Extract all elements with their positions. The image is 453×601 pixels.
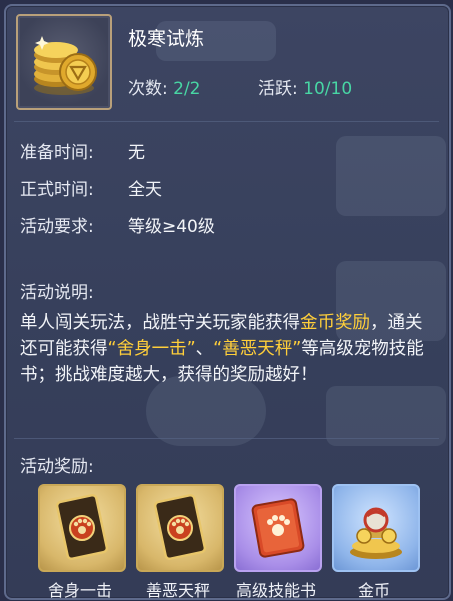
activity-icon-frame xyxy=(16,14,112,110)
reward-item-shane-tiancheng[interactable] xyxy=(136,484,224,572)
description-highlight: “舍身一击” xyxy=(107,339,196,359)
background-decoration xyxy=(326,386,446,446)
count-value: 2/2 xyxy=(173,79,201,99)
reward-item-gold[interactable] xyxy=(332,484,420,572)
description-part: 单人闯关玩法，战胜守关玩家能获得 xyxy=(20,313,300,333)
requirement-value: 等级≥40级 xyxy=(128,217,215,237)
reward-name: 金币 xyxy=(357,581,390,600)
activity-title: 极寒试炼 xyxy=(128,28,205,50)
activity-points-label: 活跃: xyxy=(258,79,298,99)
requirement-label: 活动要求: xyxy=(20,217,94,237)
activity-points-value: 10/10 xyxy=(303,79,353,99)
skill-card-icon xyxy=(153,493,207,561)
gold-coins-icon xyxy=(34,36,97,95)
count-label: 次数: xyxy=(128,79,168,99)
prep-time-label: 准备时间: xyxy=(20,143,94,163)
divider xyxy=(14,438,439,439)
activity-points-stat: 活跃: 10/10 xyxy=(258,74,352,99)
description-label: 活动说明: xyxy=(20,283,94,303)
skill-book-icon xyxy=(251,498,305,558)
description-highlight: 金币奖励 xyxy=(300,313,370,333)
official-time-value: 全天 xyxy=(128,180,162,200)
reward-item-advanced-skill-book[interactable] xyxy=(234,484,322,572)
description-text: 单人闯关玩法，战胜守关玩家能获得金币奖励，通关还可能获得“舍身一击”、“善恶天秤… xyxy=(20,310,432,388)
reward-name: 舍身一击 xyxy=(47,581,112,600)
background-decoration xyxy=(336,136,446,216)
official-time-label: 正式时间: xyxy=(20,180,94,200)
reward-item-sheshen-yiji[interactable] xyxy=(38,484,126,572)
description-part: 、 xyxy=(195,339,214,359)
reward-name: 高级技能书 xyxy=(235,581,316,600)
description-highlight: “善恶天秤” xyxy=(213,339,302,359)
prep-time-value: 无 xyxy=(128,143,145,163)
count-stat: 次数: 2/2 xyxy=(128,74,201,99)
reward-name: 善恶天秤 xyxy=(145,581,210,600)
divider xyxy=(14,121,439,122)
rewards-label: 活动奖励: xyxy=(20,457,94,477)
gold-coin-pile-icon xyxy=(350,507,402,559)
skill-card-icon xyxy=(55,493,109,561)
